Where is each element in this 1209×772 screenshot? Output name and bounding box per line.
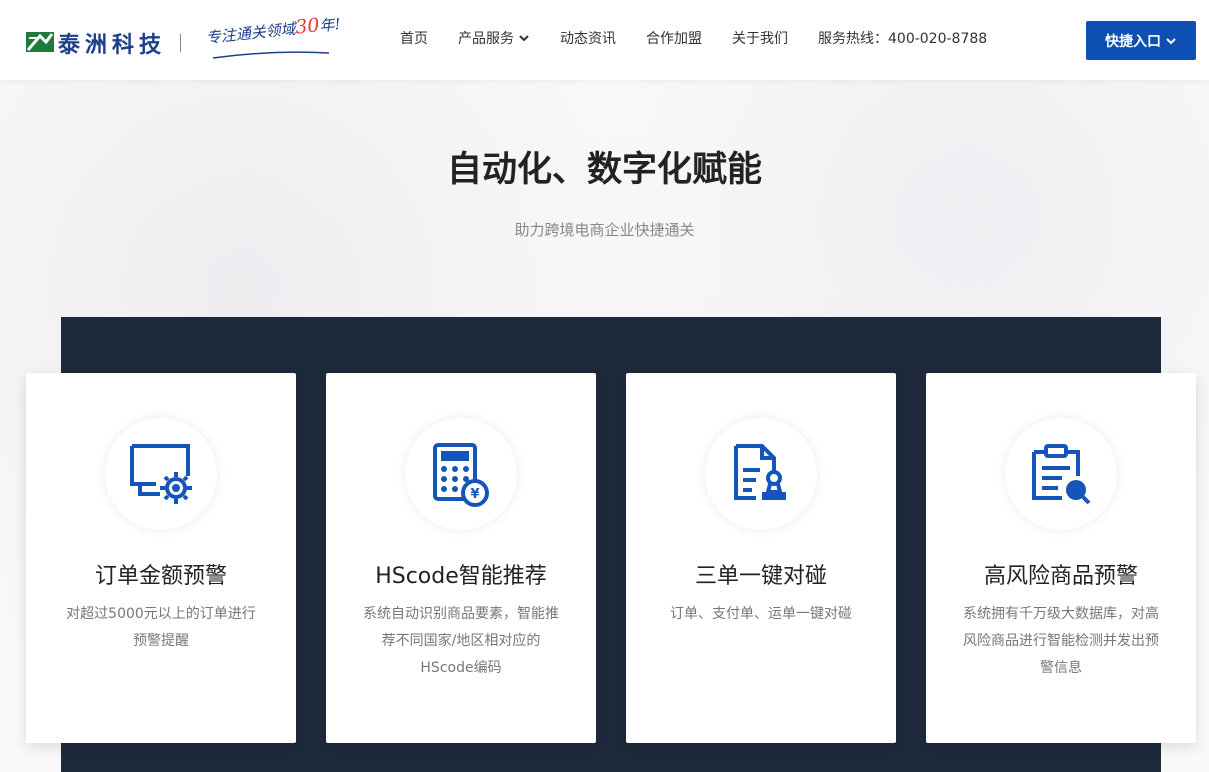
slogan-swoosh-icon bbox=[212, 51, 330, 59]
feature-description: 订单、支付单、运单一键对碰 bbox=[670, 606, 852, 622]
feature-card-hscode[interactable]: ¥ HScode智能推荐 系统自动识别商品要素，智能推荐不同国家/地区相对应的H… bbox=[326, 373, 596, 743]
chevron-down-icon bbox=[1166, 37, 1176, 44]
feature-title: 订单金额预警 bbox=[94, 564, 227, 589]
feature-card-three-order-match[interactable]: 三单一键对碰 订单、支付单、运单一键对碰 bbox=[626, 373, 896, 743]
feature-title: 高风险商品预警 bbox=[983, 564, 1138, 589]
slogan-prefix: 专注通关领域 bbox=[205, 19, 297, 48]
page-title: 自动化、数字化赋能 bbox=[446, 150, 762, 190]
brand-name: 泰洲科技 bbox=[58, 33, 167, 58]
page-subtitle: 助力跨境电商企业快捷通关 bbox=[514, 221, 695, 239]
logo-mark-icon bbox=[26, 30, 54, 56]
calculator-yen-icon: ¥ bbox=[433, 443, 489, 507]
svg-text:¥: ¥ bbox=[470, 487, 479, 502]
monitor-gear-icon bbox=[130, 444, 192, 504]
clipboard-search-icon bbox=[1032, 444, 1091, 505]
slogan-suffix: 年! bbox=[318, 14, 342, 36]
slogan-number: 30 bbox=[294, 14, 321, 39]
feature-description: 对超过5000元以上的订单进行预警提醒 bbox=[66, 606, 256, 649]
nav-home[interactable]: 首页 bbox=[400, 28, 428, 48]
logo-divider bbox=[180, 34, 182, 52]
feature-description: 系统拥有千万级大数据库，对高风险商品进行智能检测并发出预警信息 bbox=[963, 606, 1159, 676]
document-stamp-icon bbox=[734, 444, 786, 500]
feature-title: HScode智能推荐 bbox=[375, 564, 547, 589]
brand-logo[interactable]: 泰洲科技 bbox=[26, 28, 203, 58]
feature-card-order-alert[interactable]: 订单金额预警 对超过5000元以上的订单进行预警提醒 bbox=[26, 373, 296, 743]
nav-products[interactable]: 产品服务 bbox=[458, 28, 530, 48]
main-nav: 首页 产品服务 动态资讯 合作加盟 关于我们 服务热线：400-020-8788 bbox=[400, 28, 987, 48]
feature-description: 系统自动识别商品要素，智能推荐不同国家/地区相对应的HScode编码 bbox=[363, 606, 559, 676]
quick-entry-button[interactable]: 快捷入口 bbox=[1086, 21, 1196, 60]
chevron-down-icon bbox=[519, 35, 529, 42]
nav-about[interactable]: 关于我们 bbox=[732, 28, 788, 48]
hotline: 服务热线：400-020-8788 bbox=[818, 31, 988, 47]
slogan: 专注通关领域30年! bbox=[205, 14, 341, 60]
nav-partnership[interactable]: 合作加盟 bbox=[646, 28, 702, 48]
feature-title: 三单一键对碰 bbox=[694, 564, 827, 589]
feature-card-high-risk-alert[interactable]: 高风险商品预警 系统拥有千万级大数据库，对高风险商品进行智能检测并发出预警信息 bbox=[926, 373, 1196, 743]
nav-news[interactable]: 动态资讯 bbox=[560, 28, 616, 48]
site-header: 泰洲科技 专注通关领域30年! 首页 产品服务 动态资讯 合作加盟 关于我们 服… bbox=[0, 0, 1209, 80]
